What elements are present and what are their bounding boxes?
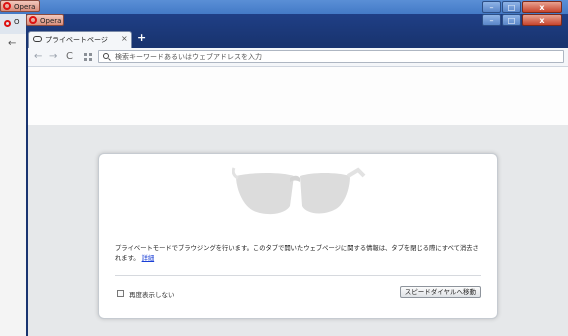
maximize-button[interactable]: □ (502, 1, 521, 13)
sunglasses-icon (232, 167, 366, 215)
background-window-controls: – □ x (482, 1, 562, 13)
speed-dial-grid-icon[interactable] (84, 53, 92, 61)
window-controls: – □ x (482, 14, 562, 26)
opera-menu-label: Opera (14, 3, 36, 11)
opera-menu-label: Opera (40, 17, 62, 25)
new-tab-button[interactable]: + (137, 31, 146, 44)
browser-window: Opera – □ x プライベートページ × + ← → C 検索キーワードあ… (26, 14, 568, 336)
opera-menu-button[interactable]: Opera (26, 14, 64, 26)
details-link[interactable]: 詳細 (142, 255, 155, 262)
background-window-content (0, 14, 26, 336)
opera-logo-icon (4, 20, 11, 27)
forward-button[interactable]: → (49, 50, 57, 64)
back-button[interactable]: ← (34, 50, 42, 64)
private-mode-message-text: プライベートモードでブラウジングを行います。このタブで開いたウェブページに関する… (115, 245, 479, 262)
background-tab[interactable]: O (0, 14, 26, 34)
reload-button[interactable]: C (66, 50, 73, 64)
address-bar[interactable] (98, 50, 564, 63)
private-mask-icon (33, 36, 42, 42)
opera-logo-icon (3, 2, 11, 10)
dont-show-again-checkbox[interactable] (117, 290, 124, 297)
tab-private-page[interactable]: プライベートページ × (28, 31, 132, 48)
navigation-toolbar: ← → C (28, 48, 568, 67)
divider (115, 275, 481, 276)
page-content: プライベートモードでブラウジングを行います。このタブで開いたウェブページに関する… (28, 67, 568, 336)
opera-menu-button[interactable]: Opera (0, 0, 40, 12)
close-button[interactable]: x (522, 1, 562, 13)
search-icon (103, 53, 109, 59)
minimize-button[interactable]: – (482, 1, 501, 13)
address-input[interactable] (115, 51, 555, 62)
tab-strip: プライベートページ × + (26, 30, 568, 48)
background-title-bar: Opera – □ x (0, 0, 568, 14)
minimize-button[interactable]: – (482, 14, 501, 26)
tab-title: プライベートページ (45, 36, 108, 44)
private-mode-message: プライベートモードでブラウジングを行います。このタブで開いたウェブページに関する… (115, 244, 485, 264)
go-to-speed-dial-button[interactable]: スピードダイヤルへ移動 (399, 286, 481, 298)
close-button[interactable]: x (522, 14, 562, 26)
tab-close-button[interactable]: × (121, 34, 128, 43)
private-mode-dialog: プライベートモードでブラウジングを行います。このタブで開いたウェブページに関する… (98, 153, 498, 319)
maximize-button[interactable]: □ (502, 14, 521, 26)
opera-logo-icon (29, 16, 37, 24)
background-tab-label: O (14, 18, 20, 26)
dont-show-again-label[interactable]: 再度表示しない (129, 289, 175, 299)
back-arrow-icon[interactable]: ← (8, 38, 16, 49)
